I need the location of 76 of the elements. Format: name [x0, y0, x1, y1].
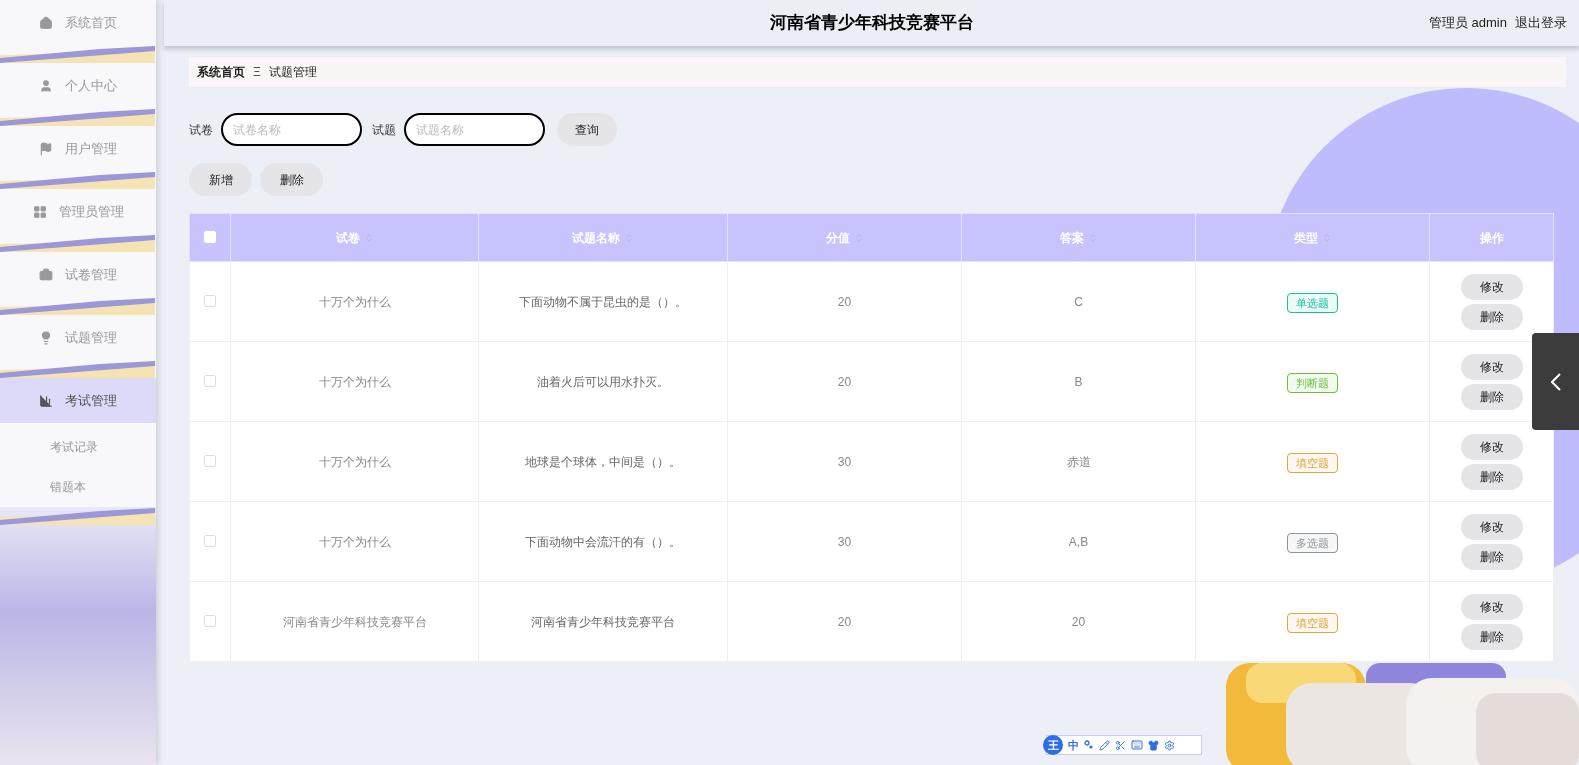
table-cell: 河南省青少年科技竞赛平台 [230, 581, 479, 662]
action-button[interactable]: 新增 [189, 163, 252, 196]
field-label: 试卷 [189, 121, 213, 139]
delete-button[interactable]: 删除 [1460, 543, 1523, 570]
edit-button[interactable]: 修改 [1460, 273, 1523, 300]
edit-button[interactable]: 修改 [1460, 513, 1523, 540]
table-cell: 20 [727, 261, 962, 342]
delete-button[interactable]: 删除 [1460, 463, 1523, 490]
sidebar-item[interactable]: 考试管理 [0, 378, 156, 423]
breadcrumb-link[interactable]: 系统首页 [197, 63, 245, 81]
checkbox[interactable] [204, 374, 216, 387]
action-button[interactable]: 删除 [260, 163, 323, 196]
search-field[interactable]: 试题名称 [404, 113, 545, 146]
column-title: 分值 [825, 229, 850, 247]
type-tag: 判断题 [1287, 372, 1338, 393]
table-cell: C [961, 261, 1196, 342]
user-icon [39, 78, 53, 93]
checkbox[interactable] [204, 534, 216, 547]
column-title: 操作 [1479, 229, 1504, 247]
delete-button[interactable]: 删除 [1460, 383, 1523, 410]
table-cell: 地球是个球体，中间是（）。 [478, 421, 728, 502]
settings-icon[interactable] [1164, 739, 1175, 751]
column-title: 答案 [1059, 229, 1084, 247]
table-cell: 十万个为什么 [230, 261, 479, 342]
type-tag: 多选题 [1287, 532, 1338, 553]
delete-button[interactable]: 删除 [1460, 303, 1523, 330]
ime-mode[interactable]: 中 [1068, 736, 1079, 754]
checkbox[interactable] [204, 614, 216, 627]
breadcrumb-separator: Ξ [253, 64, 261, 81]
flag-icon [39, 141, 53, 156]
column-title: 试题名称 [572, 229, 620, 247]
breadcrumb-current: 试题管理 [268, 64, 317, 81]
type-tag: 单选题 [1287, 292, 1338, 313]
side-panel-toggle[interactable] [1532, 333, 1579, 430]
type-tag: 填空题 [1287, 452, 1338, 473]
keyboard-icon[interactable] [1131, 739, 1143, 751]
home-icon [39, 15, 53, 30]
briefcase-icon [39, 267, 53, 282]
table-cell: 30 [727, 421, 962, 502]
punctuation-icon[interactable] [1084, 740, 1094, 750]
shirt-icon[interactable] [1148, 739, 1159, 751]
table-cell: 赤道 [961, 421, 1196, 502]
ime-logo[interactable]: 王 [1043, 735, 1063, 755]
table-cell: 十万个为什么 [230, 421, 479, 502]
field-label: 试题 [372, 121, 396, 139]
table-cell: 十万个为什么 [230, 501, 479, 582]
edit-button[interactable]: 修改 [1460, 433, 1523, 460]
edit-button[interactable]: 修改 [1460, 353, 1523, 380]
query-button[interactable]: 查询 [557, 113, 617, 146]
user-label: 管理员 admin [1428, 14, 1507, 33]
checkbox[interactable] [204, 294, 216, 307]
table-cell: 20 [727, 341, 962, 422]
table-cell: 河南省青少年科技竞赛平台 [478, 581, 728, 662]
column-title: 试卷 [335, 229, 360, 247]
table-cell: B [961, 341, 1196, 422]
column-title: 类型 [1293, 229, 1318, 247]
table-cell: 十万个为什么 [230, 341, 479, 422]
checkbox[interactable] [204, 454, 216, 467]
grid-icon [32, 204, 47, 219]
scissors-icon[interactable] [1115, 739, 1126, 751]
table-cell: 20 [961, 581, 1196, 662]
site-title: 河南省青少年科技竞赛平台 [769, 12, 974, 35]
table-cell: 30 [727, 501, 962, 582]
search-field[interactable]: 试卷名称 [221, 113, 362, 146]
chevron-left-icon [1550, 372, 1561, 391]
pencil-icon[interactable] [1099, 739, 1110, 751]
edit-button[interactable]: 修改 [1460, 593, 1523, 620]
lightbulb-icon [39, 330, 53, 345]
logout-link[interactable]: 退出登录 [1515, 13, 1567, 33]
table-cell: 下面动物中会流汗的有（）。 [478, 501, 728, 582]
type-tag: 填空题 [1287, 612, 1338, 633]
table-cell: A,B [961, 501, 1196, 582]
delete-button[interactable]: 删除 [1460, 623, 1523, 650]
table-cell: 20 [727, 581, 962, 662]
table-cell: 下面动物不属于昆虫的是（）。 [478, 261, 728, 342]
table-cell: 油着火后可以用水扑灭。 [478, 341, 728, 422]
